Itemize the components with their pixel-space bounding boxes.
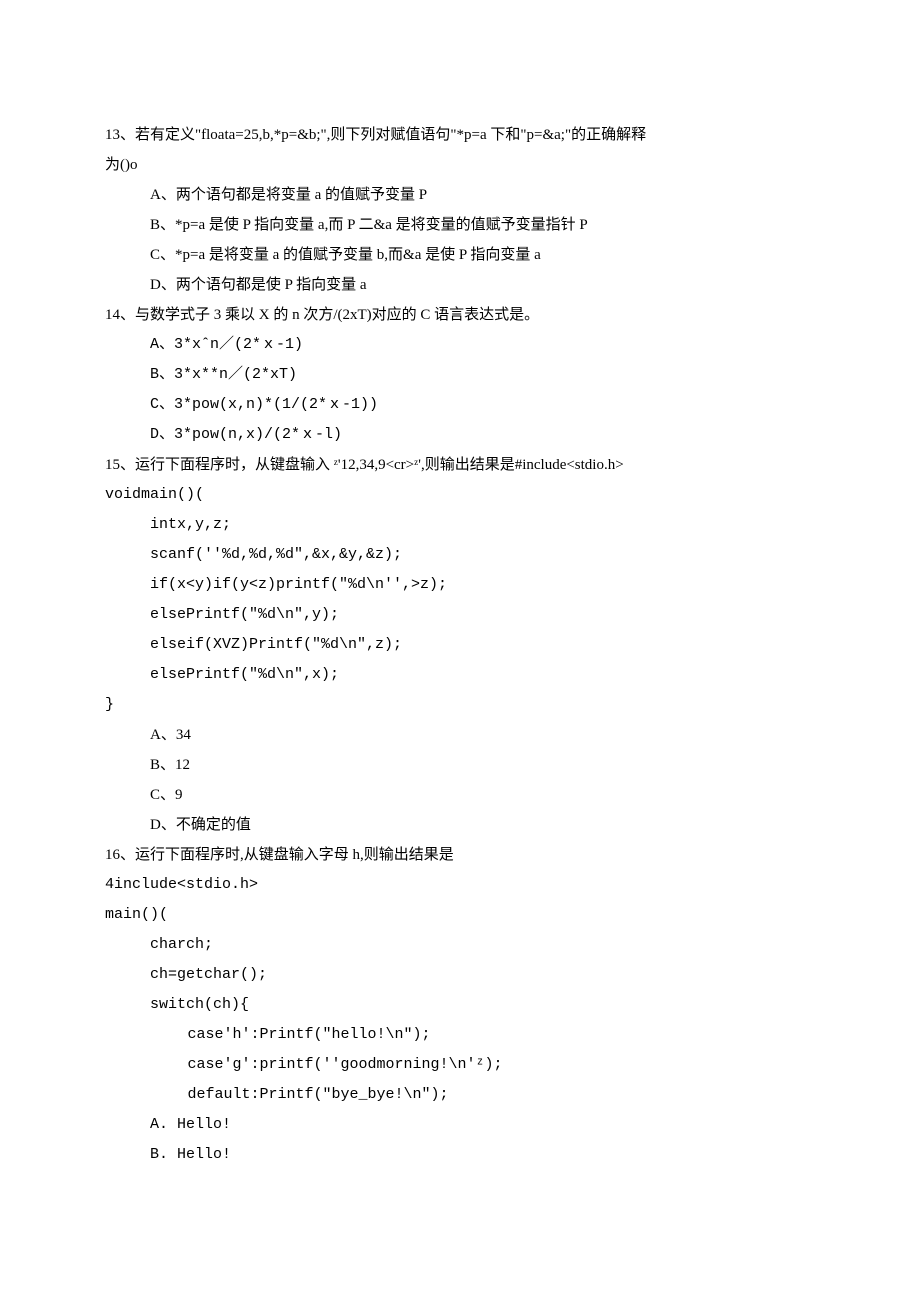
q15-option-c: C、9 (105, 780, 815, 810)
q15-option-d: D、不确定的值 (105, 810, 815, 840)
q15-code-6: elsePrintf("%d\n",x); (105, 660, 815, 690)
q16-option-a: A. Hello! (105, 1110, 815, 1140)
q14-option-a: A、3*xˆn／(2*ｘ-1) (105, 330, 815, 360)
q14-option-b: B、3*x**n／(2*xT) (105, 360, 815, 390)
q15-stem-line1: 15、运行下面程序时，从键盘输入 ᶻ'12,34,9<cr>ᶻ',则输出结果是#… (105, 450, 815, 480)
q15-code-3: if(x<y)if(y<z)printf("%d\n'',>z); (105, 570, 815, 600)
q15-code-5: elseif(XVZ)Printf("%d\n",z); (105, 630, 815, 660)
q13-stem-line2: 为()o (105, 150, 815, 180)
q16-code-6: case'g':printf(''goodmorning!\n'ᶻ); (105, 1050, 815, 1080)
q13-option-a: A、两个语句都是将变量 a 的值赋予变量 P (105, 180, 815, 210)
q15-stem-line2: voidmain()( (105, 480, 815, 510)
q15-code-1: intx,y,z; (105, 510, 815, 540)
q13-option-d: D、两个语句都是使 P 指向变量 a (105, 270, 815, 300)
q16-code-1: main()( (105, 900, 815, 930)
q15-option-b: B、12 (105, 750, 815, 780)
q16-code-5: case'h':Printf("hello!\nʺ); (105, 1020, 815, 1050)
q16-code-2: charch; (105, 930, 815, 960)
q14-option-c: C、3*pow(x,n)*(1/(2*ｘ-1)) (105, 390, 815, 420)
q16-stem: 16、运行下面程序时,从键盘输入字母 h,则输出结果是 (105, 840, 815, 870)
q15-code-2: scanf(''%d,%d,%d",&x,&y,&z); (105, 540, 815, 570)
q16-code-0: 4include<stdio.h> (105, 870, 815, 900)
q15-option-a: A、34 (105, 720, 815, 750)
q16-code-3: ch=getchar(); (105, 960, 815, 990)
q13-stem-line1: 13、若有定义"floata=25,b,*p=&b;",则下列对赋值语句"*p=… (105, 120, 815, 150)
q16-option-b: B. Hello! (105, 1140, 815, 1170)
q16-code-7: default:Printf(ʺbye_bye!\n"); (105, 1080, 815, 1110)
q15-code-7: } (105, 690, 815, 720)
q16-code-4: switch(ch){ (105, 990, 815, 1020)
q13-option-b: B、*p=a 是使 P 指向变量 a,而 P 二&a 是将变量的值赋予变量指针 … (105, 210, 815, 240)
q15-code-4: elsePrintf("%d\n",y); (105, 600, 815, 630)
q13-option-c: C、*p=a 是将变量 a 的值赋予变量 b,而&a 是使 P 指向变量 a (105, 240, 815, 270)
q14-option-d: D、3*pow(n,x)/(2*ｘ-l) (105, 420, 815, 450)
q14-stem: 14、与数学式子 3 乘以 X 的 n 次方/(2xT)对应的 C 语言表达式是… (105, 300, 815, 330)
